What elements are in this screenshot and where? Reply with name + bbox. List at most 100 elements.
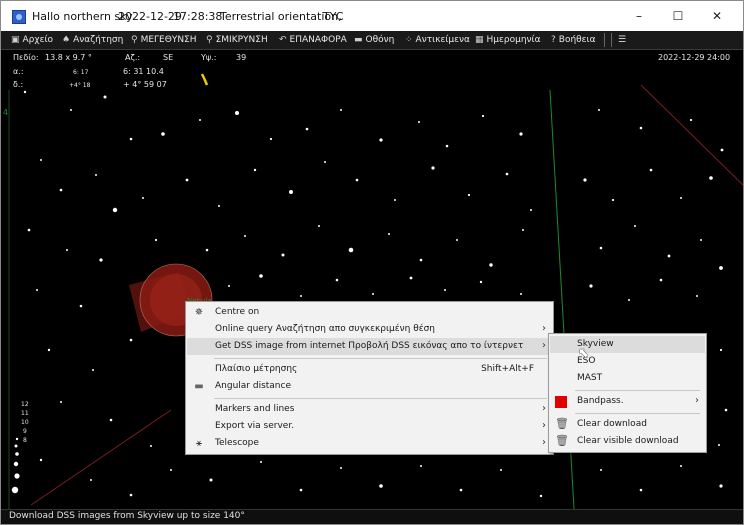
chevron-right-icon: ›: [695, 395, 699, 406]
folder-icon: ▣: [11, 35, 20, 45]
ctx-separator: [214, 398, 547, 399]
cursor-marker: [200, 73, 209, 86]
menu-file-label: Αρχείο: [22, 35, 54, 45]
menu-overflow-button[interactable]: ☰: [611, 33, 632, 47]
ruler-icon: ▬: [194, 381, 204, 392]
hud-az-label: Αζ.:: [125, 53, 141, 62]
menu-zoom-in[interactable]: ⚲ ΜΕΓΕΘΥΝΣΗ: [131, 31, 197, 49]
trash-icon: 🗑: [555, 417, 569, 430]
chevron-right-icon: ›: [542, 340, 546, 351]
chevron-right-icon: ›: [542, 323, 546, 334]
context-menu: ✵ Centre on Online query Αναζήτηση απο σ…: [185, 301, 554, 455]
maximize-button[interactable]: ☐: [663, 6, 693, 26]
title-bar[interactable]: Hallo northern sky 2022-12-29 17:28:38 T…: [1, 1, 743, 31]
menu-zoom-in-label: ΜΕΓΕΘΥΝΣΗ: [140, 35, 197, 45]
zoom-in-icon: ⚲: [131, 35, 138, 45]
status-text: Download DSS images from Skyview up to s…: [9, 511, 245, 521]
hud-delta-small: +4° 18: [69, 82, 91, 89]
ctx-measure-frame-label: Πλαίσιο μέτρησης: [215, 364, 298, 374]
hud-delta-label: δ.:: [13, 80, 24, 89]
hud-field-value: 13.8 x 9.7 °: [45, 53, 92, 62]
sub-bandpass[interactable]: Bandpass. ›: [550, 393, 705, 410]
menu-reset[interactable]: ↶ ΕΠΑΝΑΦΟΡΑ: [279, 31, 347, 49]
menu-reset-label: ΕΠΑΝΑΦΟΡΑ: [289, 35, 347, 45]
sub-clear-download-label: Clear download: [577, 419, 647, 429]
hud-alpha-label: α.:: [13, 67, 24, 76]
hud-alpha-small: 6: 17: [73, 69, 89, 76]
menu-file[interactable]: ▣ Αρχείο: [11, 31, 53, 49]
ctx-centre-on[interactable]: ✵ Centre on: [187, 304, 552, 321]
ctx-markers-and-lines[interactable]: Markers and lines ›: [187, 401, 552, 418]
center-icon: ✵: [194, 307, 204, 318]
app-window: Hallo northern sky 2022-12-29 17:28:38 T…: [0, 0, 744, 525]
ctx-telescope[interactable]: ⚹ Telescope ›: [187, 435, 552, 452]
menu-date-label: Ημερομηνία: [486, 35, 541, 45]
menu-help[interactable]: ? Βοήθεια: [551, 31, 596, 49]
sub-clear-visible-download[interactable]: 🗑 Clear visible download: [550, 433, 705, 450]
ctx-export-via-server-label: Export via server.: [215, 421, 295, 431]
sub-mast-label: MAST: [577, 373, 603, 383]
menu-zoom-out[interactable]: ⚲ ΣΜΙΚΡΥΝΣΗ: [206, 31, 268, 49]
close-button[interactable]: ✕: [702, 6, 732, 26]
mag-scale-10: 10: [21, 419, 29, 426]
ctx-separator: [214, 358, 547, 359]
sub-mast[interactable]: MAST: [550, 370, 705, 387]
monitor-icon: ▬: [354, 35, 363, 45]
dss-submenu: Skyview ESO MAST Bandpass. › 🗑 Clear dow…: [548, 333, 707, 453]
grid-line-red-bottom: [30, 409, 172, 506]
mag-scale-12: 12: [21, 401, 29, 408]
chevron-right-icon: ›: [542, 437, 546, 448]
ctx-online-query[interactable]: Online query Αναζήτηση απο συγκεκριμένη …: [187, 321, 552, 338]
ctx-online-query-label: Online query Αναζήτηση απο συγκεκριμένη …: [215, 324, 435, 334]
hud-field-label: Πεδίο:: [13, 53, 39, 62]
hud-datetime: 2022-12-29 24:00: [658, 53, 731, 62]
hud-alt-value: 39: [236, 53, 247, 62]
menu-search-label: Αναζήτηση: [73, 35, 124, 45]
ctx-measure-frame[interactable]: Πλαίσιο μέτρησης Shift+Alt+F: [187, 361, 552, 378]
menu-screen[interactable]: ▬ Οθόνη: [354, 31, 394, 49]
sub-separator: [575, 390, 700, 391]
hud-az-value: SE: [163, 53, 174, 62]
ctx-export-via-server[interactable]: Export via server. ›: [187, 418, 552, 435]
title-catalog: TYC: [323, 10, 344, 23]
chevron-right-icon: ›: [542, 403, 546, 414]
mag-scale-9: 9: [23, 428, 27, 435]
mag-scale-8: 8: [23, 437, 27, 444]
zoom-out-icon: ⚲: [206, 35, 213, 45]
sub-bandpass-label: Bandpass.: [577, 396, 624, 406]
ctx-angular-distance-label: Angular distance: [215, 381, 291, 391]
menu-separator: [604, 33, 605, 47]
ctx-markers-and-lines-label: Markers and lines: [215, 404, 295, 414]
sub-clear-download[interactable]: 🗑 Clear download: [550, 416, 705, 433]
menu-search[interactable]: ♠ Αναζήτηση: [62, 31, 123, 49]
menu-objects-label: Αντικείμενα: [415, 35, 470, 45]
menu-date[interactable]: ▦ Ημερομηνία: [475, 31, 541, 49]
ctx-get-dss-image-label: Get DSS image from internet Προβολή DSS …: [215, 341, 524, 351]
grid-line-red-top: [640, 84, 743, 186]
hud-delta-value: + 4° 59 07: [123, 80, 167, 89]
status-bar: Download DSS images from Skyview up to s…: [1, 509, 743, 524]
sub-clear-visible-download-label: Clear visible download: [577, 436, 679, 446]
app-logo-icon: [12, 10, 26, 24]
ctx-angular-distance[interactable]: ▬ Angular distance: [187, 378, 552, 395]
ctx-telescope-label: Telescope: [215, 438, 259, 448]
undo-icon: ↶: [279, 35, 287, 45]
hud-alpha-value: 6: 31 10.4: [123, 67, 164, 76]
menu-objects[interactable]: ⁘ Αντικείμενα: [405, 31, 470, 49]
ctx-get-dss-image[interactable]: Get DSS image from internet Προβολή DSS …: [187, 338, 552, 355]
ctx-centre-on-label: Centre on: [215, 307, 260, 317]
menu-bar: ▣ Αρχείο ♠ Αναζήτηση ⚲ ΜΕΓΕΘΥΝΣΗ ⚲ ΣΜΙΚΡΥΝΣΗ…: [1, 31, 743, 50]
stars-icon: ⁘: [405, 35, 413, 45]
menu-screen-label: Οθόνη: [365, 35, 395, 45]
menu-zoom-out-label: ΣΜΙΚΡΥΝΣΗ: [215, 35, 268, 45]
hud-alt-label: Υψ.:: [201, 53, 217, 62]
calendar-icon: ▦: [475, 35, 484, 45]
sub-skyview[interactable]: Skyview: [550, 336, 705, 353]
minimize-button[interactable]: –: [624, 6, 654, 26]
sub-eso[interactable]: ESO: [550, 353, 705, 370]
telescope-icon: ⚹: [196, 438, 202, 449]
chevron-right-icon: ›: [542, 420, 546, 431]
ctx-measure-frame-shortcut: Shift+Alt+F: [481, 364, 534, 374]
trash-icon: 🗑: [555, 434, 569, 447]
binoculars-icon: ♠: [62, 35, 71, 45]
